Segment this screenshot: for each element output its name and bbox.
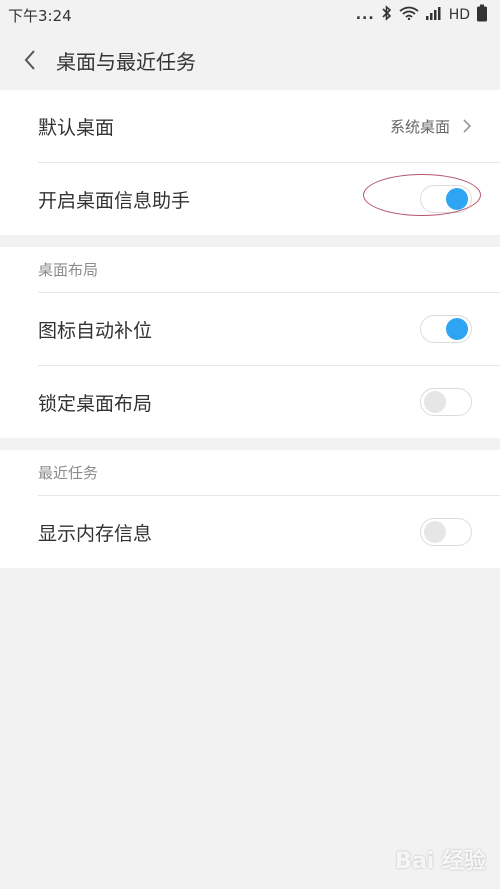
chevron-right-icon [463, 119, 472, 133]
lock-layout-toggle[interactable] [420, 388, 472, 416]
default-desktop-value: 系统桌面 [389, 117, 450, 136]
lock-layout-label: 锁定桌面布局 [38, 392, 153, 415]
page-title: 桌面与最近任务 [56, 49, 196, 74]
auto-fill-row: 图标自动补位 [0, 293, 500, 365]
assistant-toggle[interactable] [420, 185, 472, 213]
lock-layout-row: 锁定桌面布局 [0, 366, 500, 438]
title-bar: 桌面与最近任务 [0, 30, 500, 90]
wifi-icon [399, 6, 419, 24]
layout-section-header: 桌面布局 [38, 261, 99, 279]
chevron-left-icon [24, 50, 35, 70]
more-dots: ... [355, 7, 375, 23]
section-gap [0, 235, 500, 247]
layout-group: 桌面布局 图标自动补位 锁定桌面布局 [0, 247, 500, 438]
bluetooth-icon [381, 5, 393, 25]
network-type: HD [448, 7, 470, 23]
memory-label: 显示内存信息 [38, 522, 153, 545]
toggle-knob [424, 391, 446, 413]
memory-row: 显示内存信息 [0, 496, 500, 568]
auto-fill-toggle[interactable] [420, 315, 472, 343]
toggle-knob [446, 318, 468, 340]
signal-icon [425, 6, 443, 24]
toggle-knob [446, 188, 468, 210]
recent-tasks-group: 最近任务 显示内存信息 [0, 450, 500, 568]
auto-fill-label: 图标自动补位 [38, 319, 153, 342]
default-desktop-label: 默认桌面 [38, 116, 115, 139]
assistant-label: 开启桌面信息助手 [38, 189, 191, 212]
toggle-knob [424, 521, 446, 543]
desktop-settings-group: 默认桌面 系统桌面 开启桌面信息助手 [0, 90, 500, 235]
watermark: Bai 经验 [395, 849, 486, 874]
default-desktop-row[interactable]: 默认桌面 系统桌面 [0, 90, 500, 162]
back-button[interactable] [18, 48, 42, 72]
battery-icon [476, 4, 488, 26]
assistant-row: 开启桌面信息助手 [0, 163, 500, 235]
recent-section-header: 最近任务 [38, 464, 99, 482]
section-gap [0, 438, 500, 450]
default-desktop-selector[interactable]: 系统桌面 [390, 116, 472, 137]
status-time: 下午3:24 [8, 6, 72, 25]
status-icons: ... HD [356, 4, 488, 26]
memory-toggle[interactable] [420, 518, 472, 546]
status-bar: 下午3:24 ... HD [0, 0, 500, 30]
